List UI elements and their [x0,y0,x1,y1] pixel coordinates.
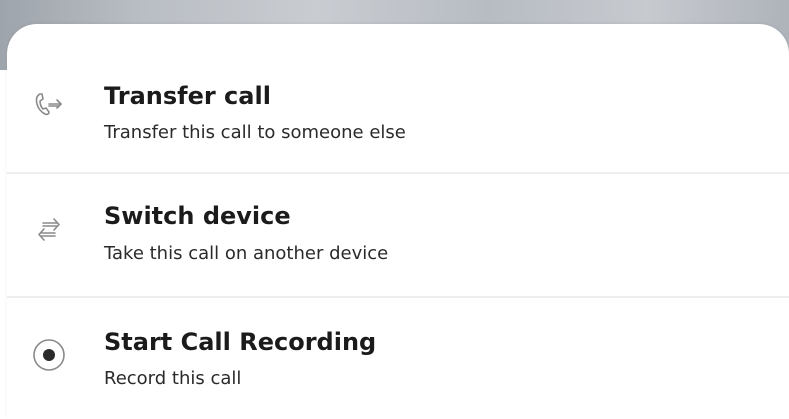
transfer-call-title: Transfer call [104,82,271,110]
call-options-sheet: Transfer call Transfer this call to some… [7,24,789,419]
transfer-call-option[interactable]: Transfer call Transfer this call to some… [7,58,789,168]
divider [7,296,789,298]
switch-device-icon [31,211,67,247]
switch-device-option[interactable]: Switch device Take this call on another … [7,180,789,290]
start-call-recording-option[interactable]: Start Call Recording Record this call [7,304,789,414]
start-call-recording-subtitle: Record this call [104,368,242,389]
transfer-call-subtitle: Transfer this call to someone else [104,122,406,143]
divider [7,172,789,174]
start-call-recording-title: Start Call Recording [104,328,377,356]
transfer-call-icon [31,87,67,123]
switch-device-title: Switch device [104,202,291,230]
switch-device-subtitle: Take this call on another device [104,243,389,264]
record-icon [31,337,67,373]
